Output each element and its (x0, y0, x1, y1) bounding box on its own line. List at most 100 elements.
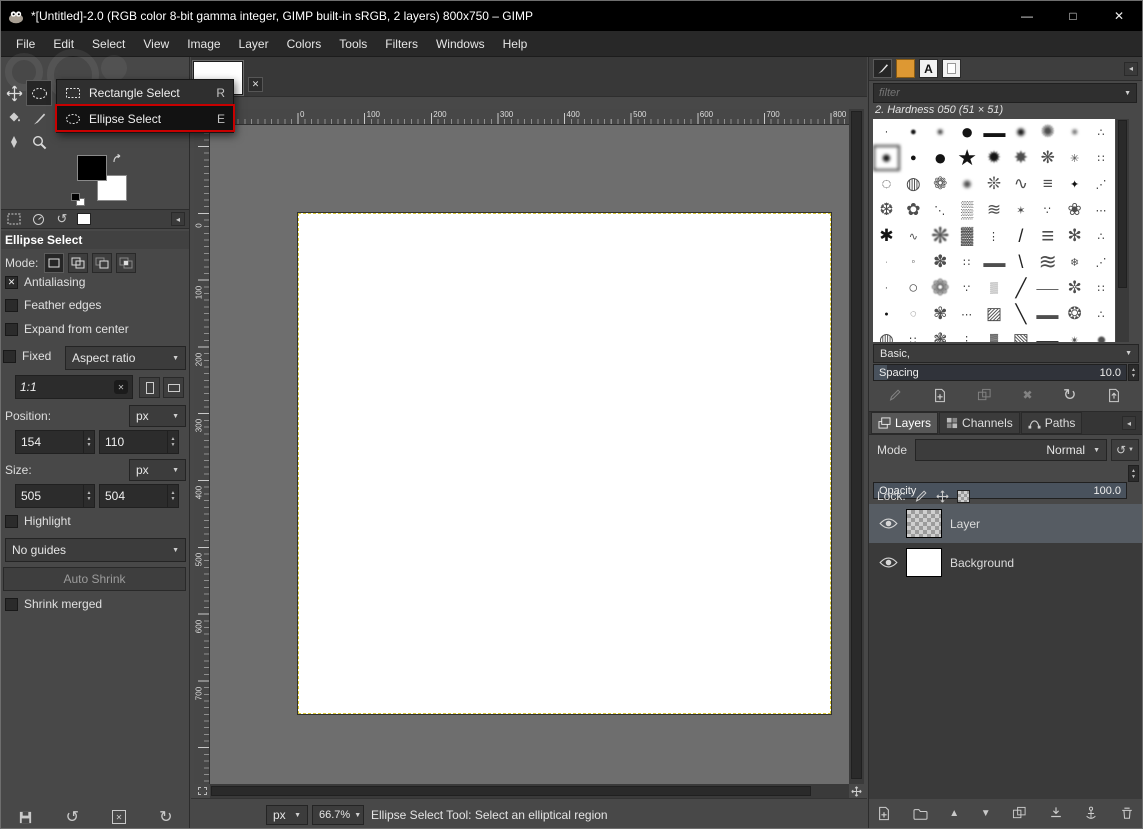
brush-thumbnail[interactable]: ⋯ (1088, 197, 1115, 223)
swap-colors-icon[interactable] (111, 153, 127, 167)
brush-thumbnail[interactable]: ≋ (1034, 249, 1061, 275)
position-unit-dropdown[interactable]: px ▼ (129, 405, 186, 427)
brush-thumbnail[interactable]: ● (873, 145, 900, 171)
brush-tag-dropdown[interactable]: Basic, ▼ (873, 344, 1139, 363)
tab-fonts[interactable]: A (919, 59, 938, 78)
fixed-checkbox[interactable]: Fixed (3, 349, 51, 363)
save-preset-icon[interactable] (18, 810, 33, 825)
tab-layers[interactable]: Layers (871, 412, 938, 434)
position-y-field[interactable]: 110 ▲▼ (99, 430, 179, 454)
horizontal-ruler[interactable]: 0100200300400500600700800 (210, 109, 849, 125)
menu-item-file[interactable]: File (7, 33, 44, 55)
refresh-brushes-icon[interactable]: ↻ (1063, 385, 1076, 405)
brush-grid-scrollbar[interactable] (1116, 119, 1129, 342)
zoom-tool-button[interactable] (29, 132, 49, 152)
spinner-arrows[interactable]: ▲▼ (83, 431, 94, 453)
mode-add-button[interactable] (68, 253, 88, 273)
brush-thumbnail[interactable]: ● (1007, 119, 1034, 145)
brush-thumbnail[interactable]: ❃ (927, 327, 954, 342)
tab-patterns[interactable] (896, 59, 915, 78)
brush-thumbnail[interactable]: ✺ (1034, 119, 1061, 145)
menu-item-layer[interactable]: Layer (230, 33, 278, 55)
mode-intersect-button[interactable] (116, 253, 136, 273)
brush-thumbnail[interactable]: ⋰ (1088, 249, 1115, 275)
brush-thumbnail[interactable]: ● (927, 145, 954, 171)
brush-thumbnail[interactable]: ∴ (1088, 119, 1115, 145)
tab-channels[interactable]: Channels (939, 412, 1020, 434)
ellipse-select-tool-button[interactable] (26, 80, 52, 106)
statusbar-unit-dropdown[interactable]: px ▼ (266, 805, 308, 825)
auto-shrink-button[interactable]: Auto Shrink (3, 567, 186, 591)
landscape-orientation-button[interactable] (163, 377, 184, 398)
menu-item-ellipse-select[interactable]: Ellipse Select E (57, 106, 233, 132)
brush-thumbnail[interactable]: ∴ (1088, 301, 1115, 327)
brush-thumbnail[interactable]: / (1007, 223, 1034, 249)
brush-thumbnail[interactable]: ✿ (900, 197, 927, 223)
brush-thumbnail[interactable]: — (1025, 275, 1071, 301)
brush-thumbnail[interactable]: ◦ (900, 249, 927, 275)
brush-filter-input[interactable] (879, 87, 1124, 99)
guides-dropdown[interactable]: No guides ▼ (5, 538, 186, 562)
horizontal-scrollbar[interactable] (210, 784, 849, 798)
menu-item-windows[interactable]: Windows (427, 33, 494, 55)
brush-thumbnail[interactable]: ◌ (873, 171, 900, 197)
layer-row-background[interactable]: Background (869, 543, 1142, 582)
brush-thumbnail[interactable]: ✶ (1007, 197, 1034, 223)
navigation-icon[interactable] (849, 784, 864, 798)
portrait-orientation-button[interactable] (139, 377, 160, 398)
lower-layer-icon[interactable]: ▼ (981, 808, 991, 819)
brush-thumbnail[interactable]: ∷ (900, 327, 927, 342)
brush-thumbnail[interactable]: ❁ (927, 171, 954, 197)
brush-thumbnail[interactable]: ⋯ (954, 301, 981, 327)
foreground-color-swatch[interactable] (77, 155, 107, 181)
reset-preset-icon[interactable]: ↻ (159, 807, 172, 827)
brush-thumbnail[interactable]: ◍ (873, 327, 900, 342)
edit-brush-icon[interactable] (888, 388, 902, 402)
brush-thumbnail[interactable]: ⋮ (954, 327, 981, 342)
brush-thumbnail[interactable]: ✦ (1061, 171, 1088, 197)
horizontal-scrollbar-thumb[interactable] (211, 786, 811, 796)
layer-thumbnail[interactable] (906, 548, 942, 577)
brush-thumbnail[interactable]: ▓ (954, 223, 981, 249)
quick-mask-toggle-icon[interactable] (194, 784, 210, 798)
brush-thumbnail[interactable]: ✸ (1007, 145, 1034, 171)
anchor-layer-icon[interactable] (1084, 806, 1098, 821)
brush-thumbnail[interactable]: ❀ (1061, 197, 1088, 223)
menu-item-select[interactable]: Select (83, 33, 134, 55)
brush-thumbnail[interactable]: ● (1061, 119, 1088, 145)
brush-thumbnail[interactable]: ∿ (1007, 171, 1034, 197)
brush-thumbnail[interactable]: ∷ (1088, 145, 1115, 171)
brush-thumbnail[interactable]: ❄ (1061, 249, 1088, 275)
brush-thumbnail[interactable]: ▬ (971, 249, 1017, 275)
duplicate-brush-icon[interactable] (977, 388, 992, 402)
brush-thumbnail[interactable]: ◌ (900, 301, 927, 327)
antialiasing-checkbox[interactable]: ✕ Antialiasing (5, 275, 85, 289)
brush-thumbnail[interactable]: ▬ (1025, 301, 1071, 327)
brush-thumbnail[interactable]: ✹ (981, 145, 1008, 171)
clear-icon[interactable]: ✕ (114, 380, 128, 394)
brush-thumbnail[interactable]: · (873, 249, 900, 275)
brush-thumbnail[interactable]: ● (1088, 327, 1115, 342)
brush-thumbnail[interactable]: ∴ (1088, 223, 1115, 249)
size-unit-dropdown[interactable]: px ▼ (129, 459, 186, 481)
brush-thumbnail[interactable]: ∵ (954, 275, 981, 301)
brush-thumbnail[interactable]: ⋮ (981, 223, 1008, 249)
brush-filter-combo[interactable]: ▼ (873, 83, 1137, 103)
vertical-scrollbar[interactable] (849, 109, 864, 784)
tab-paths[interactable]: Paths (1021, 412, 1083, 434)
brush-thumbnail[interactable]: ▒ (954, 197, 981, 223)
new-layer-group-icon[interactable] (913, 807, 928, 820)
canvas-image[interactable] (298, 213, 831, 714)
brush-thumbnail[interactable]: ▓ (981, 327, 1008, 342)
raise-layer-icon[interactable]: ▲ (949, 808, 959, 819)
menu-item-rectangle-select[interactable]: Rectangle Select R (57, 80, 233, 106)
brush-thumbnail[interactable]: ▬ (1025, 327, 1071, 342)
visibility-eye-icon[interactable] (879, 556, 898, 569)
brush-thumbnail[interactable]: ▒ (981, 275, 1008, 301)
minimize-button[interactable]: — (1004, 1, 1050, 31)
size-height-field[interactable]: 504 ▲▼ (99, 484, 179, 508)
mode-subtract-button[interactable] (92, 253, 112, 273)
brush-scrollbar-thumb[interactable] (1118, 120, 1127, 288)
brush-thumbnail[interactable]: ▨ (981, 301, 1008, 327)
brush-thumbnail[interactable]: ❊ (981, 171, 1008, 197)
